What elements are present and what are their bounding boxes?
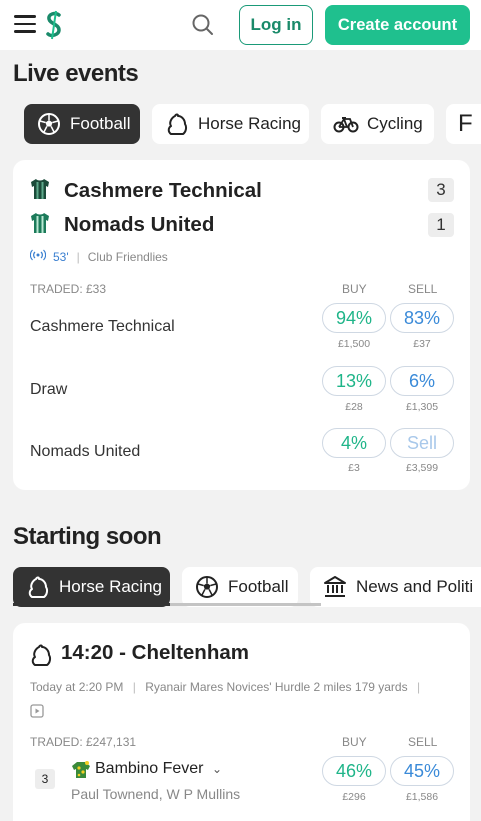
horse-icon [29, 643, 53, 672]
video-icon[interactable] [30, 704, 44, 723]
runner-name-label: Bambino Fever [95, 760, 204, 777]
sell-volume: £3,599 [405, 462, 439, 474]
buy-price-button[interactable]: 4% [322, 428, 386, 458]
football-icon [36, 111, 62, 137]
traded-amount: TRADED: £247,131 [30, 735, 137, 749]
tab-horse-racing[interactable]: Horse Racing [13, 567, 170, 607]
separator: | [76, 249, 80, 264]
sell-volume: £1,586 [405, 791, 439, 803]
tab-label: Horse Racing [198, 114, 301, 133]
logo-icon[interactable] [45, 10, 63, 40]
sell-header: SELL [408, 735, 438, 749]
separator: | [132, 680, 136, 694]
buy-price-button[interactable]: 13% [322, 366, 386, 396]
race-meta: Today at 2:20 PM | Ryanair Mares Novices… [30, 680, 420, 694]
traded-amount: TRADED: £33 [30, 282, 107, 296]
jockey-trainer: Paul Townend, W P Mullins [71, 786, 241, 802]
search-icon[interactable] [191, 13, 215, 37]
chevron-down-icon[interactable]: ⌄ [212, 762, 222, 776]
tab-cycling[interactable]: Cycling [321, 104, 434, 144]
buy-volume: £1,500 [337, 338, 371, 350]
separator: | [416, 680, 421, 694]
live-signal-icon [29, 249, 47, 264]
tab-label: Football [70, 114, 131, 133]
sell-header: SELL [408, 282, 438, 296]
tabs-scroll-indicator [13, 603, 321, 606]
horse-icon [25, 574, 51, 600]
match-status: 53' | Club Friendlies [29, 249, 168, 264]
sell-price-button[interactable]: 6% [390, 366, 454, 396]
buy-header: BUY [342, 282, 367, 296]
tab-label: Horse Racing [59, 577, 162, 596]
tab-label: F [458, 110, 473, 137]
sell-volume: £1,305 [405, 401, 439, 413]
top-bar: Log in Create account [0, 0, 481, 50]
sell-volume: £37 [413, 338, 431, 350]
bank-icon [322, 574, 348, 600]
tab-news-politics[interactable]: News and Politi [310, 567, 481, 607]
race-description: Ryanair Mares Novices' Hurdle 2 miles 17… [145, 680, 408, 694]
starting-soon-title: Starting soon [13, 523, 162, 550]
runner-number: 3 [35, 769, 55, 789]
tab-football[interactable]: Football [24, 104, 140, 144]
home-score: 3 [428, 178, 454, 202]
buy-price-button[interactable]: 94% [322, 303, 386, 333]
competition: Club Friendlies [87, 249, 168, 264]
runner-name[interactable]: Bambino Fever ⌄ [95, 760, 222, 778]
shirt-icon [30, 212, 50, 239]
tab-football[interactable]: Football [182, 567, 298, 607]
away-score: 1 [428, 213, 454, 237]
tab-label: Football [228, 577, 289, 596]
buy-volume: £296 [342, 791, 366, 803]
bicycle-icon [333, 111, 359, 137]
match-minute: 53' [53, 249, 69, 264]
away-team: Nomads United [30, 210, 214, 240]
race-title: 14:20 - Cheltenham [61, 641, 249, 664]
buy-header: BUY [342, 735, 367, 749]
home-team: Cashmere Technical [30, 176, 262, 206]
selection-name: Draw [30, 381, 68, 398]
buy-volume: £3 [348, 462, 360, 474]
selection-name: Nomads United [30, 443, 141, 460]
login-button[interactable]: Log in [239, 5, 313, 45]
sell-price-button[interactable]: Sell [390, 428, 454, 458]
buy-volume: £28 [345, 401, 363, 413]
home-team-name: Cashmere Technical [64, 179, 262, 202]
football-icon [194, 574, 220, 600]
sell-price-button[interactable]: 45% [390, 756, 454, 786]
tab-label: Cycling [367, 114, 423, 133]
tab-more[interactable]: F [446, 104, 481, 144]
live-match-card[interactable]: Cashmere Technical 3 Nomads United 1 53'… [13, 160, 470, 490]
create-account-button[interactable]: Create account [325, 5, 470, 45]
menu-icon[interactable] [14, 15, 36, 33]
shirt-icon [30, 178, 50, 205]
race-time: Today at 2:20 PM [30, 680, 124, 694]
live-events-title: Live events [13, 60, 139, 87]
horse-icon [164, 111, 190, 137]
selection-name: Cashmere Technical [30, 318, 175, 335]
sell-price-button[interactable]: 83% [390, 303, 454, 333]
jockey-silks-icon [71, 760, 91, 785]
tab-horse-racing[interactable]: Horse Racing [152, 104, 309, 144]
tab-label: News and Politi [356, 577, 474, 596]
away-team-name: Nomads United [64, 213, 215, 236]
buy-price-button[interactable]: 46% [322, 756, 386, 786]
